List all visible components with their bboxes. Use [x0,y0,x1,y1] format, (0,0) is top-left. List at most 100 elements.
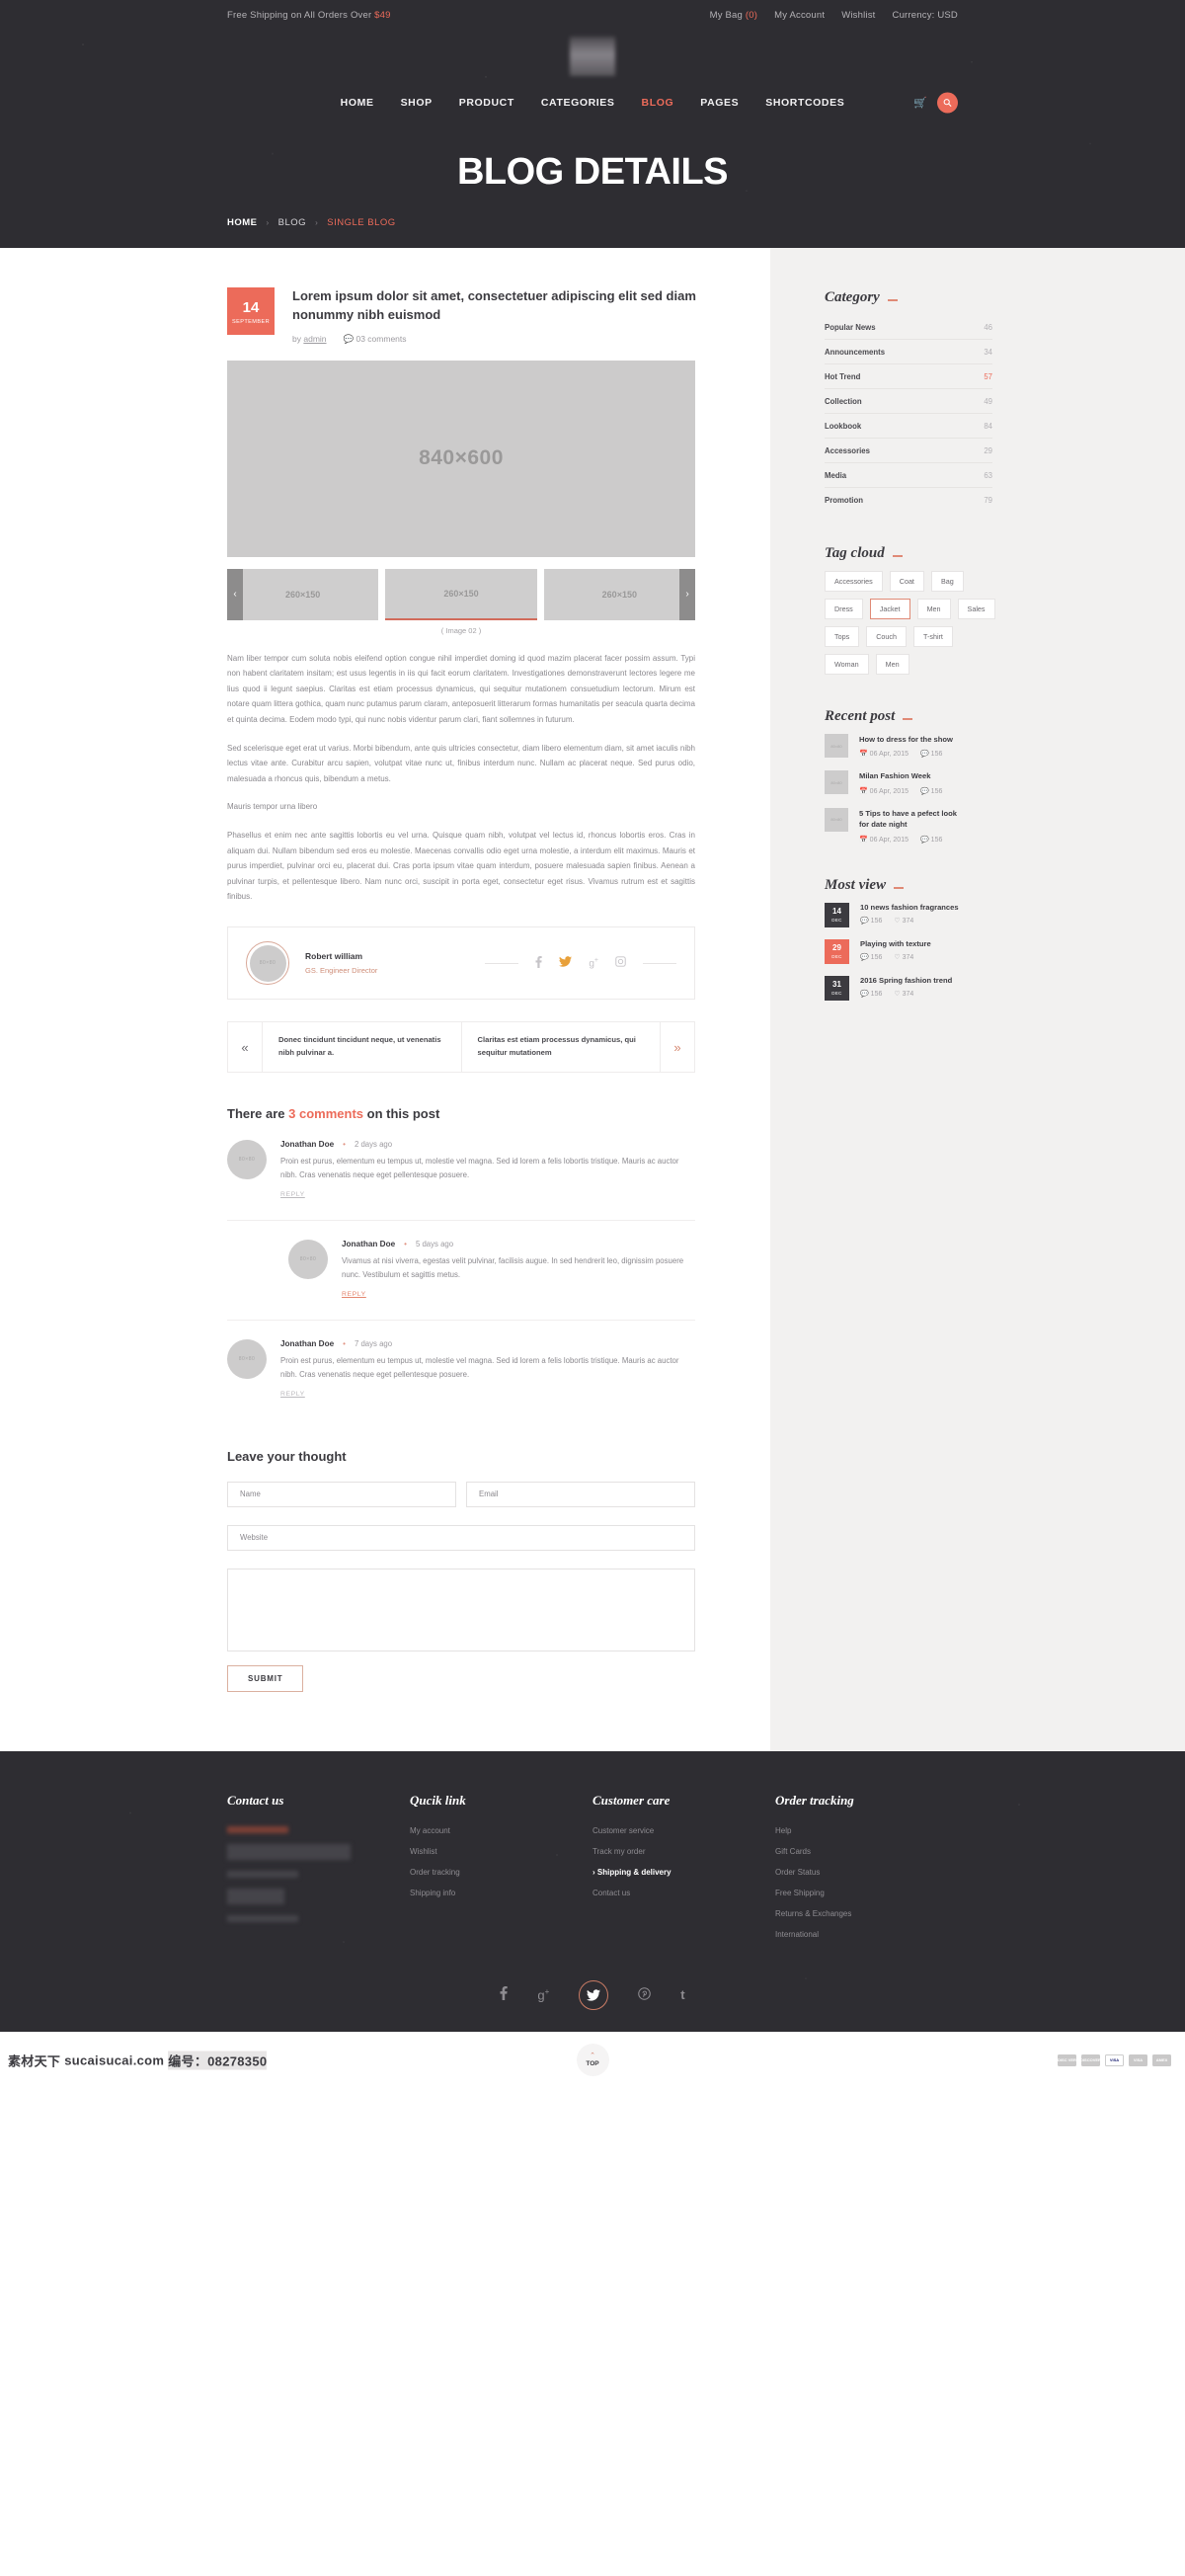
main-navigation: HOME SHOP PRODUCT CATEGORIES BLOG PAGES … [0,82,1185,123]
back-to-top-button[interactable]: ⌃ TOP [576,2044,609,2077]
footer-link-wishlist[interactable]: Wishlist [410,1847,592,1856]
pinterest-icon[interactable] [638,1986,652,2003]
carousel-thumb[interactable]: 260×150 [543,568,695,620]
google-plus-icon[interactable]: g+ [589,957,598,969]
blog-article: 14 SEPTEMBER Lorem ipsum dolor sit amet,… [0,248,770,1751]
sidebar-item-media[interactable]: Media 63 [825,463,992,488]
tag-item[interactable]: Bag [930,571,964,592]
comment-reply-button[interactable]: REPLY [280,1391,305,1398]
site-footer: Contact us Qucik link My account Wishlis… [0,1750,1185,2032]
post-author-link[interactable]: admin [303,334,326,344]
footer-link-contact-us[interactable]: Contact us [592,1889,775,1897]
tag-item[interactable]: Dress [825,599,863,619]
most-view-date-badge: 14 DEC [825,902,849,927]
most-view-day: 29 [832,942,841,952]
cart-icon[interactable]: 🛒 [913,97,927,110]
footer-link-free-shipping[interactable]: Free Shipping [775,1889,958,1897]
facebook-icon[interactable] [500,1986,509,2003]
footer-link-track-my-order[interactable]: Track my order [592,1847,775,1856]
most-view-item[interactable]: 14 DEC 10 news fashion fragrances 💬 156 … [825,902,1121,927]
carousel-prev-icon[interactable]: ‹ [227,568,243,620]
tag-item[interactable]: Men [916,599,951,619]
carousel-thumb[interactable]: 260×150 [227,568,379,620]
footer-link-help[interactable]: Help [775,1826,958,1835]
message-field[interactable] [227,1568,695,1651]
sidebar-item-lookbook[interactable]: Lookbook 84 [825,414,992,439]
currency-selector[interactable]: Currency: USD [893,10,958,21]
tag-item[interactable]: Tops [825,626,860,647]
carousel-thumb[interactable]: 260×150 [385,568,537,620]
next-post-arrow-icon[interactable]: » [661,1022,694,1072]
tag-item-active[interactable]: Jacket [869,599,910,619]
footer-link-shipping-delivery[interactable]: Shipping & delivery [592,1868,775,1877]
prev-post-arrow-icon[interactable]: « [228,1022,262,1072]
sidebar-item-popular-news[interactable]: Popular News 46 [825,315,992,340]
prev-post-link[interactable]: Donec tincidunt tincidunt neque, ut vene… [262,1022,461,1072]
email-field[interactable] [466,1481,695,1507]
recent-post-item[interactable]: 80×80 Milan Fashion Week 📅 06 Apr, 2015 … [825,770,1121,795]
title-dash-icon [903,718,913,720]
most-view-likes: 374 [902,953,914,961]
nav-item-categories[interactable]: CATEGORIES [541,97,615,109]
nav-item-product[interactable]: PRODUCT [459,97,514,109]
recent-post-item[interactable]: 80×80 How to dress for the show 📅 06 Apr… [825,734,1121,758]
tag-item[interactable]: Coat [889,571,924,592]
twitter-icon[interactable] [579,1979,609,2010]
name-field[interactable] [227,1481,456,1507]
footer-link-international[interactable]: International [775,1930,958,1939]
sidebar-item-promotion[interactable]: Promotion 79 [825,488,992,512]
nav-item-home[interactable]: HOME [341,97,374,109]
breadcrumb-home[interactable]: HOME [227,217,258,228]
next-post-link[interactable]: Claritas est etiam processus dynamicus, … [460,1022,661,1072]
wishlist-link[interactable]: Wishlist [841,10,875,21]
footer-link-my-account[interactable]: My account [410,1826,592,1835]
my-bag-link[interactable]: My Bag (0) [710,10,757,21]
sidebar-item-accessories[interactable]: Accessories 29 [825,439,992,463]
footer-link-returns-exchanges[interactable]: Returns & Exchanges [775,1909,958,1918]
footer-link-order-tracking[interactable]: Order tracking [410,1868,592,1877]
comment-reply-button[interactable]: REPLY [342,1291,366,1298]
nav-item-shop[interactable]: SHOP [401,97,433,109]
category-label: Promotion [825,495,863,505]
bottom-bar: 素材天下 sucaisucai.com 编号：08278350 ⌃ TOP DI… [0,2031,1185,2089]
heart-icon-count: ♡ 374 [894,953,914,961]
post-thumbnail-carousel: ‹ 260×150 260×150 260×150 › [227,568,695,620]
most-view-item[interactable]: 31 DEC 2016 Spring fashion trend 💬 156 ♡… [825,975,1121,1001]
tag-item[interactable]: Sales [957,599,995,619]
my-account-link[interactable]: My Account [774,10,825,21]
footer-link-gift-cards[interactable]: Gift Cards [775,1847,958,1856]
instagram-icon[interactable] [615,956,626,970]
footer-link-shipping-info[interactable]: Shipping info [410,1889,592,1897]
comment-icon-count: 💬 156 [860,917,883,925]
comment-reply-button[interactable]: REPLY [280,1191,305,1198]
website-field[interactable] [227,1524,695,1551]
author-role: GS. Engineer Director [305,966,378,975]
submit-button[interactable]: SUBMIT [227,1664,304,1692]
facebook-icon[interactable] [535,955,543,971]
tag-item[interactable]: Accessories [825,571,883,592]
nav-item-pages[interactable]: PAGES [700,97,739,109]
free-shipping-promo: Free Shipping on All Orders Over $49 [227,10,391,21]
sidebar-item-announcements[interactable]: Announcements 34 [825,340,992,364]
sidebar-item-hot-trend[interactable]: Hot Trend 57 [825,364,992,389]
tag-item[interactable]: T-shirt [912,626,953,647]
footer-link-order-status[interactable]: Order Status [775,1868,958,1877]
nav-item-blog[interactable]: BLOG [642,97,674,109]
search-icon[interactable] [937,92,958,114]
site-logo[interactable] [0,31,1185,82]
tag-item[interactable]: Men [875,654,909,675]
google-plus-icon[interactable]: g+ [537,1987,549,2002]
breadcrumb-blog[interactable]: BLOG [278,217,306,228]
twitter-icon[interactable] [559,956,573,970]
tag-item[interactable]: Woman [825,654,869,675]
recent-post-meta: 📅 06 Apr, 2015 💬 156 [859,787,942,795]
nav-item-shortcodes[interactable]: SHORTCODES [765,97,844,109]
recent-post-item[interactable]: 80×80 5 Tips to have a pefect look for d… [825,807,1121,844]
carousel-next-icon[interactable]: › [679,568,695,620]
post-pagination: « Donec tincidunt tincidunt neque, ut ve… [227,1021,695,1073]
most-view-item[interactable]: 29 DEC Playing with texture 💬 156 ♡ 374 [825,938,1121,964]
tag-item[interactable]: Couch [866,626,907,647]
sidebar-item-collection[interactable]: Collection 49 [825,389,992,414]
footer-link-customer-service[interactable]: Customer service [592,1826,775,1835]
tumblr-icon[interactable]: t [680,1987,684,2002]
